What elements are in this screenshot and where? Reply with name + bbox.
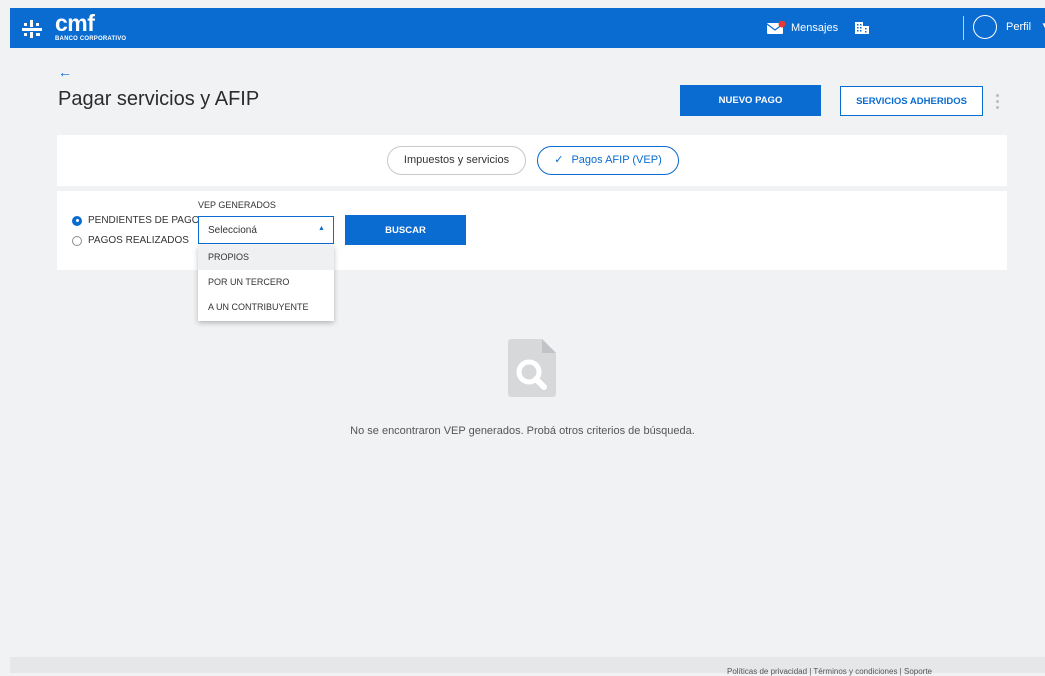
caret-up-icon: ▲ [318, 225, 325, 232]
brand-name[interactable]: cmf [55, 10, 95, 37]
chevron-down-icon[interactable]: ▼ [1041, 21, 1045, 30]
tab-afip-vep[interactable]: ✓ Pagos AFIP (VEP) [537, 146, 679, 175]
check-icon: ✓ [554, 154, 564, 166]
footer-links[interactable]: Políticas de privacidad | Términos y con… [727, 667, 932, 676]
messages-label: Mensajes [791, 21, 839, 34]
page-title: Pagar servicios y AFIP [58, 88, 260, 110]
brand-subtitle: BANCO CORPORATIVO [55, 36, 127, 42]
radio-unchecked-icon[interactable] [72, 235, 82, 246]
profile-menu[interactable]: Perfil [1006, 21, 1031, 33]
search-button[interactable]: BUSCAR [345, 215, 466, 245]
messages-link[interactable]: Mensajes [767, 21, 838, 34]
radio-completed[interactable]: PAGOS REALIZADOS [72, 235, 189, 246]
radio-pending[interactable]: PENDIENTES DE PAGO [72, 215, 200, 226]
top-bar: cmf BANCO CORPORATIVO Mensajes Perfil ▼ [10, 8, 1045, 48]
option-propios[interactable]: PROPIOS [198, 245, 334, 270]
tab-taxes-services[interactable]: Impuestos y servicios [387, 146, 526, 175]
new-payment-button[interactable]: NUEVO PAGO [680, 85, 821, 116]
subscribed-services-button[interactable]: SERVICIOS ADHERIDOS [840, 86, 983, 116]
radio-checked-icon[interactable] [72, 215, 82, 226]
vep-select[interactable]: Seleccioná ▲ [198, 216, 334, 244]
option-tercero[interactable]: POR UN TERCERO [198, 270, 334, 295]
avatar[interactable] [973, 15, 997, 39]
building-icon[interactable] [855, 22, 869, 34]
more-options-icon[interactable] [996, 94, 1000, 112]
vep-options-dropdown: PROPIOS POR UN TERCERO A UN CONTRIBUYENT… [198, 245, 334, 321]
brand-logo-icon [22, 20, 42, 38]
vep-select-label: VEP GENERADOS [198, 200, 276, 210]
radio-pending-label: PENDIENTES DE PAGO [88, 215, 200, 226]
tabs-card [57, 135, 1007, 186]
envelope-icon [767, 21, 786, 34]
vep-select-value: Seleccioná [208, 225, 257, 236]
option-contribuyente[interactable]: A UN CONTRIBUYENTE [198, 295, 334, 320]
document-search-icon [508, 339, 556, 397]
tab-afip-vep-label: Pagos AFIP (VEP) [571, 154, 662, 166]
empty-state-message: No se encontraron VEP generados. Probá o… [350, 425, 695, 437]
header-divider [963, 16, 964, 40]
radio-completed-label: PAGOS REALIZADOS [88, 235, 189, 246]
back-arrow-icon[interactable]: ← [58, 64, 72, 80]
